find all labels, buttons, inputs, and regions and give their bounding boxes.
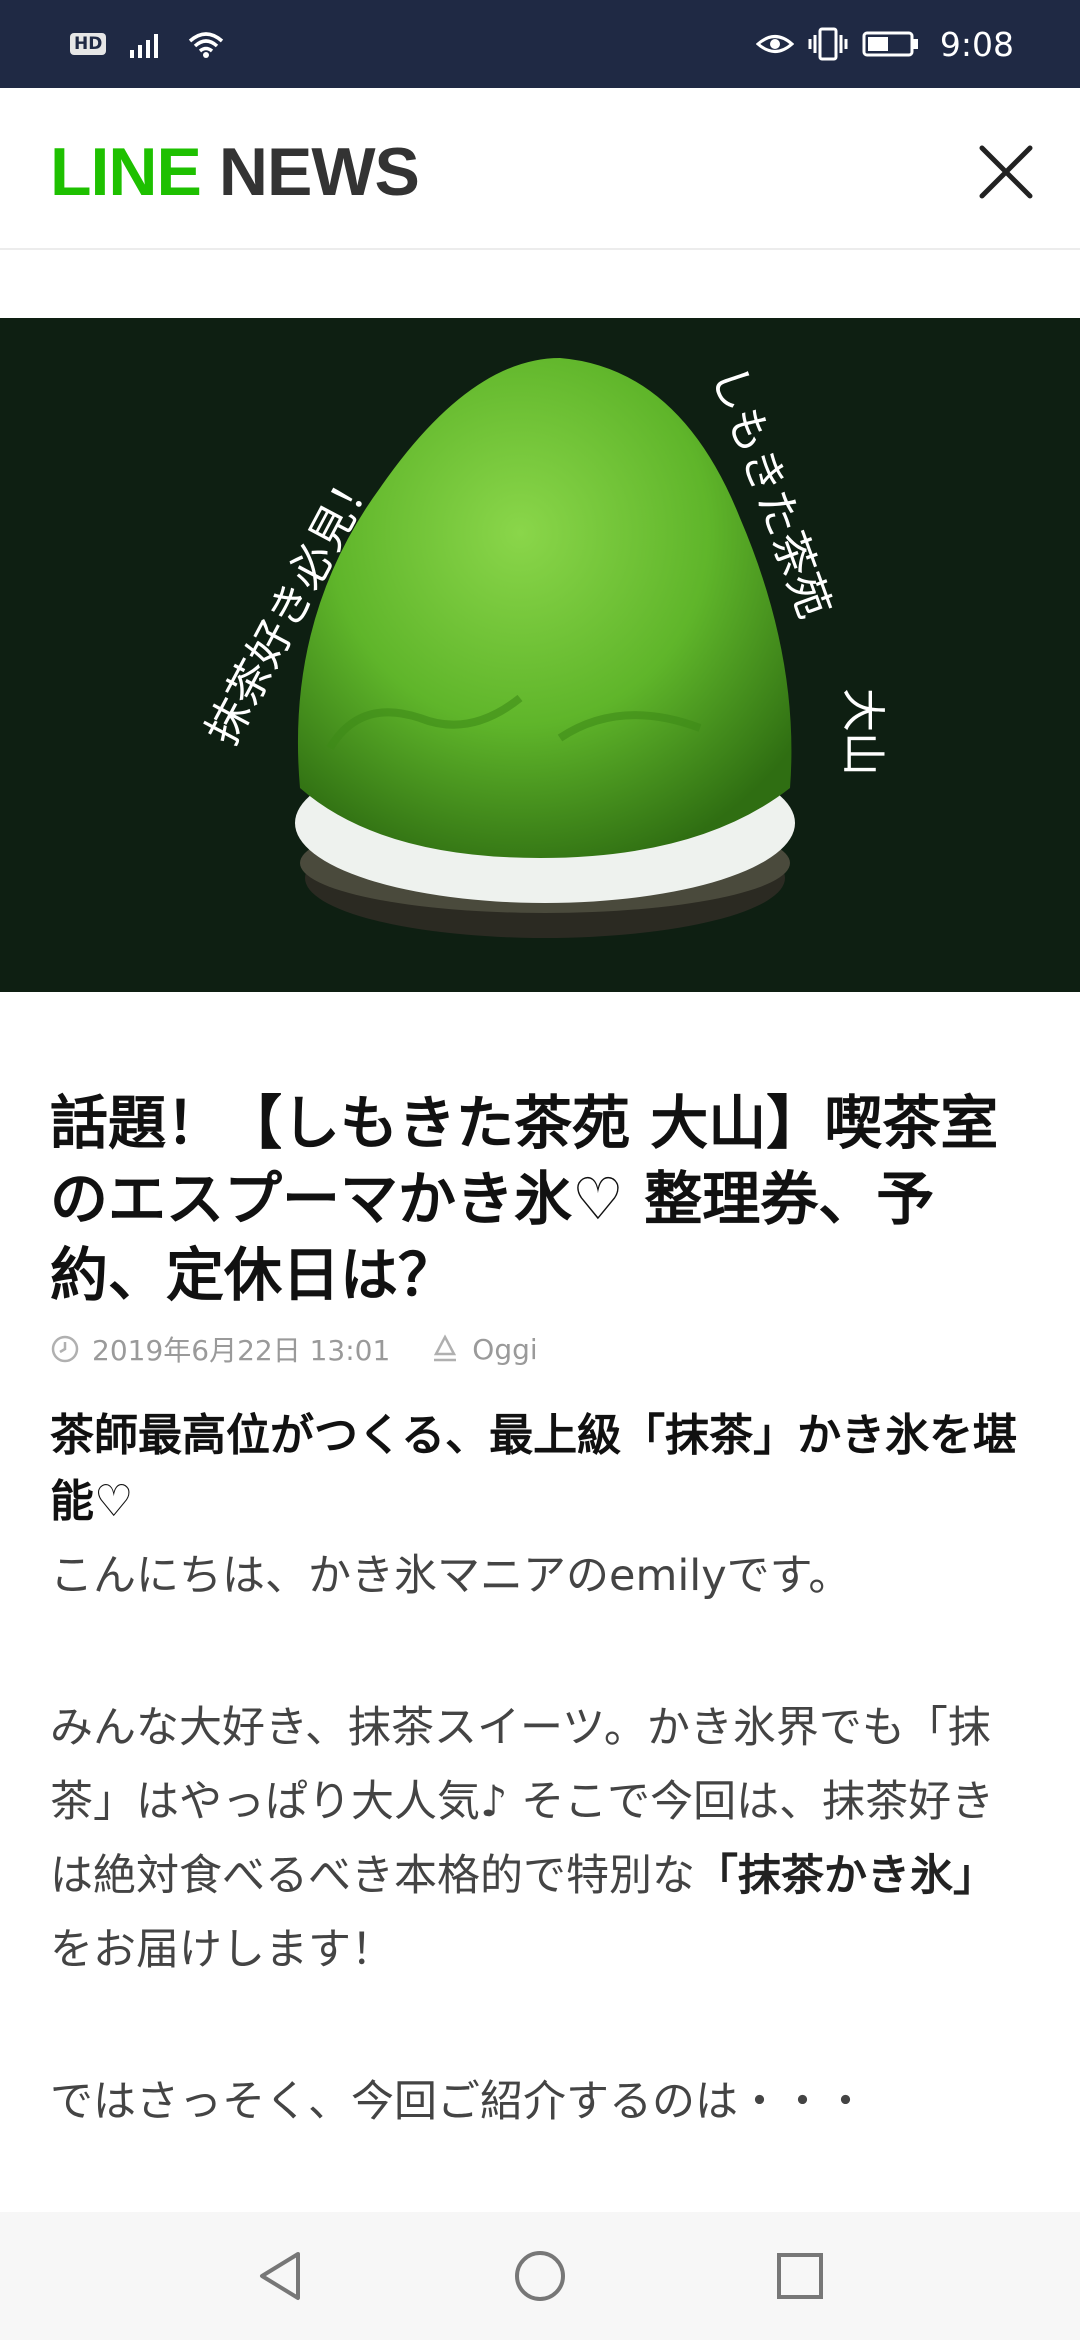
close-icon[interactable]: [970, 136, 1042, 208]
system-nav-bar: [0, 2212, 1080, 2340]
publisher-icon: [434, 1334, 457, 1362]
status-bar: HD 9:08: [0, 0, 1080, 88]
recents-icon: [777, 2253, 823, 2299]
hd-badge: HD: [70, 33, 107, 55]
article-title: 話題！【しもきた茶苑 大山】喫茶室のエスプーマかき氷♡ 整理券、予約、定休日は？: [50, 1089, 999, 1309]
article: 話題！【しもきた茶苑 大山】喫茶室のエスプーマかき氷♡ 整理券、予約、定休日は？…: [50, 1085, 1030, 2139]
hero-text-right-2: 大山: [837, 688, 888, 776]
app-bar: LINE NEWS: [0, 88, 1080, 250]
article-subhead: 茶師最高位がつくる、最上級「抹茶」かき氷を堪能♡: [50, 1410, 1018, 1527]
article-meta: 2019年6月22日 13:01 Oggi: [50, 1327, 1030, 1371]
clock: 9:08: [939, 24, 1014, 64]
vibrate-icon: [808, 27, 848, 61]
hero-image: 抹茶好き必見！ しもきた茶苑 大山: [0, 318, 1080, 992]
article-source[interactable]: Oggi: [472, 1333, 537, 1366]
battery-icon: [862, 31, 918, 57]
recents-button[interactable]: [765, 2241, 835, 2311]
clock-icon: [51, 1335, 79, 1363]
home-icon: [515, 2251, 565, 2301]
paragraph-main: みんな大好き、抹茶スイーツ。かき氷界でも「抹茶」はやっぱり大人気♪ そこで今回は…: [50, 1691, 1030, 1987]
matcha-shaved-ice-illustration: 抹茶好き必見！ しもきた茶苑 大山: [0, 318, 1080, 992]
paragraph-intro: こんにちは、かき氷マニアのemilyです。: [50, 1551, 852, 1601]
signal-icon: [130, 34, 159, 58]
paragraph-main-end: をお届けします！: [50, 1925, 394, 1975]
wifi-icon: [189, 32, 224, 58]
back-icon: [260, 2252, 300, 2300]
logo-news-text: NEWS: [218, 134, 420, 210]
logo-line-text: LINE: [50, 134, 202, 210]
article-date: 2019年6月22日 13:01: [92, 1334, 391, 1367]
status-left: HD: [0, 29, 226, 59]
paragraph-main-bold: 「抹茶かき氷」: [695, 1851, 996, 1901]
home-button[interactable]: [505, 2241, 575, 2311]
status-right: 9:08: [755, 24, 1080, 64]
back-button[interactable]: [245, 2241, 315, 2311]
paragraph-next: ではさっそく、今回ご紹介するのは・・・: [50, 2077, 867, 2127]
line-news-logo: LINE NEWS: [50, 132, 420, 212]
eye-icon: [755, 35, 794, 53]
